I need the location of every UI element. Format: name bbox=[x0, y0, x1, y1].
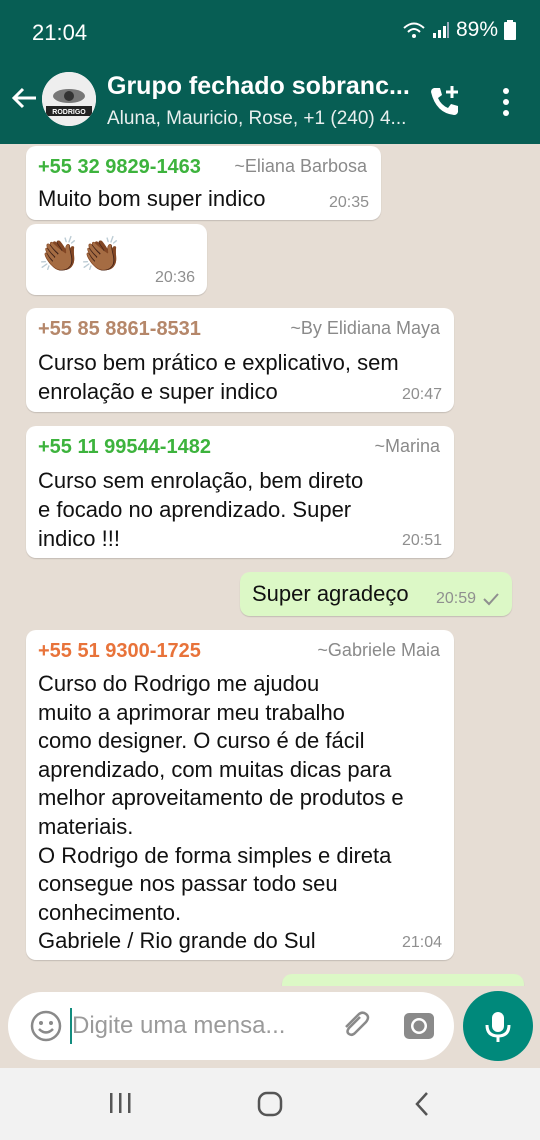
message-time: 20:59 bbox=[435, 590, 476, 607]
mic-button[interactable] bbox=[463, 991, 533, 1061]
battery-icon bbox=[504, 20, 516, 40]
message-text: Super agradeço bbox=[252, 581, 409, 606]
message-sender[interactable]: +55 11 99544-1482 bbox=[38, 436, 211, 459]
message-alias: ~Eliana Barbosa bbox=[234, 156, 367, 176]
chat-header: RODRIGO Grupo fechado sobranc... Aluna, … bbox=[0, 58, 540, 144]
message-sender[interactable]: +55 85 8861-8531 bbox=[38, 318, 201, 341]
message-time: 20:47 bbox=[401, 386, 442, 403]
message-bubble-outgoing[interactable]: Super agradeço 20:59 bbox=[240, 572, 512, 616]
message-emoji: 👏🏾👏🏾 bbox=[38, 236, 123, 274]
add-call-icon[interactable] bbox=[428, 84, 462, 118]
message-alias: ~Gabriele Maia bbox=[317, 640, 440, 660]
status-bar: 21:04 89% bbox=[0, 0, 540, 58]
message-input-bar: Digite uma mensa... bbox=[8, 992, 454, 1060]
message-input[interactable]: Digite uma mensa... bbox=[72, 1012, 285, 1040]
group-members[interactable]: Aluna, Mauricio, Rose, +1 (240) 4... bbox=[107, 108, 406, 130]
message-bubble[interactable]: +55 51 9300-1725 ~Gabriele Maia Curso do… bbox=[26, 630, 454, 960]
message-text: Muito bom super indico bbox=[38, 186, 266, 211]
message-alias: ~Marina bbox=[374, 436, 440, 456]
back-arrow-icon[interactable] bbox=[10, 84, 38, 112]
message-bubble-outgoing-partial[interactable] bbox=[282, 974, 524, 986]
group-title[interactable]: Grupo fechado sobranc... bbox=[107, 72, 410, 101]
more-vert-icon[interactable] bbox=[496, 86, 516, 118]
message-bubble[interactable]: +55 32 9829-1463 ~Eliana Barbosa Muito b… bbox=[26, 146, 381, 220]
avatar-image: RODRIGO bbox=[42, 72, 96, 126]
check-icon bbox=[483, 593, 499, 606]
status-icons: 89% bbox=[402, 18, 516, 42]
mic-icon bbox=[485, 1012, 511, 1042]
status-time: 21:04 bbox=[32, 20, 88, 45]
attach-icon[interactable] bbox=[338, 1008, 372, 1042]
message-time: 20:36 bbox=[154, 269, 195, 286]
message-bubble[interactable]: 👏🏾👏🏾 20:36 bbox=[26, 224, 207, 295]
recent-apps-icon[interactable] bbox=[108, 1091, 132, 1115]
emoji-icon[interactable] bbox=[30, 1010, 62, 1042]
message-time: 20:35 bbox=[328, 194, 369, 211]
message-sender[interactable]: +55 32 9829-1463 bbox=[38, 156, 201, 179]
message-text: Curso sem enrolação, bem direto e focado… bbox=[38, 468, 364, 551]
system-nav-bar bbox=[0, 1068, 540, 1140]
message-time: 20:51 bbox=[401, 532, 442, 549]
group-avatar[interactable]: RODRIGO bbox=[42, 72, 96, 126]
message-text: Curso bem prático e explicativo, sem enr… bbox=[38, 350, 399, 404]
message-alias: ~By Elidiana Maya bbox=[290, 318, 440, 338]
message-bubble[interactable]: +55 11 99544-1482 ~Marina Curso sem enro… bbox=[26, 426, 454, 558]
message-time: 21:04 bbox=[401, 934, 442, 951]
wifi-icon bbox=[403, 22, 425, 38]
message-sender[interactable]: +55 51 9300-1725 bbox=[38, 640, 201, 663]
home-icon[interactable] bbox=[256, 1090, 284, 1118]
camera-icon[interactable] bbox=[402, 1010, 436, 1042]
message-text: Curso do Rodrigo me ajudou muito a aprim… bbox=[38, 671, 404, 954]
chat-area[interactable]: +55 32 9829-1463 ~Eliana Barbosa Muito b… bbox=[0, 144, 540, 986]
battery-percent: 89% bbox=[455, 18, 498, 41]
signal-icon bbox=[432, 22, 449, 38]
avatar-logo-text: RODRIGO bbox=[52, 109, 86, 116]
nav-back-icon[interactable] bbox=[410, 1090, 434, 1118]
message-bubble[interactable]: +55 85 8861-8531 ~By Elidiana Maya Curso… bbox=[26, 308, 454, 412]
